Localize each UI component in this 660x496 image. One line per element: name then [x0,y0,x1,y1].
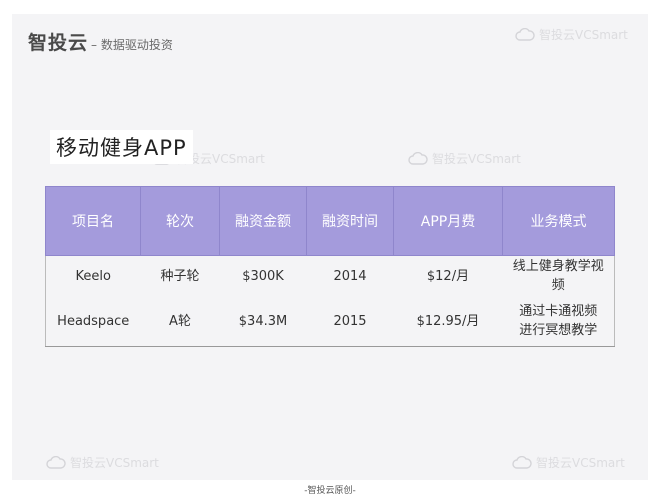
column-header: 项目名 [45,186,141,256]
section-title: 移动健身APP [50,130,193,164]
cloud-icon [46,455,66,469]
footer-credit: -智投云原创- [304,486,356,496]
brand-name: 智投云 [28,32,89,54]
column-header: APP月费 [393,186,503,256]
table-cell: 线上健身教学视频 [502,255,615,296]
cloud-icon [408,151,428,165]
table-cell: A轮 [140,296,220,347]
cloud-icon [515,27,535,41]
table-cell: 2015 [306,296,394,347]
watermark-text: 智投云VCSmart [70,456,159,470]
table-cell: Headspace [45,296,141,347]
table-cell: 通过卡通视频进行冥想教学 [502,296,615,347]
table-cell: Keelo [45,255,141,296]
table-cell: 种子轮 [140,255,220,296]
table-cell: $12.95/月 [393,296,503,347]
watermark: 智投云VCSmart [408,150,521,167]
table-header-row: 项目名 轮次 融资金额 融资时间 APP月费 业务模式 [45,186,615,256]
table-row: Keelo 种子轮 $300K 2014 $12/月 线上健身教学视频 [45,255,615,296]
table-cell: $300K [219,255,307,296]
table-cell: $34.3M [219,296,307,347]
brand-header: 智投云 – 数据驱动投资 [28,28,173,55]
column-header: 融资时间 [306,186,394,256]
watermark: 智投云VCSmart [46,454,159,471]
column-header: 轮次 [140,186,220,256]
column-header: 业务模式 [502,186,615,256]
column-header: 融资金额 [219,186,307,256]
brand-tagline: – 数据驱动投资 [91,38,173,52]
table-row: Headspace A轮 $34.3M 2015 $12.95/月 通过卡通视频… [45,296,615,347]
table-cell: 2014 [306,255,394,296]
watermark-text: 智投云VCSmart [432,152,521,166]
watermark-text: 智投云VCSmart [539,28,628,42]
cloud-icon [512,455,532,469]
watermark: 智投云VCSmart [515,26,628,43]
table-cell: $12/月 [393,255,503,296]
watermark: 智投云VCSmart [512,454,625,471]
funding-table: 项目名 轮次 融资金额 融资时间 APP月费 业务模式 Keelo 种子轮 $3… [45,186,615,347]
watermark-text: 智投云VCSmart [536,456,625,470]
